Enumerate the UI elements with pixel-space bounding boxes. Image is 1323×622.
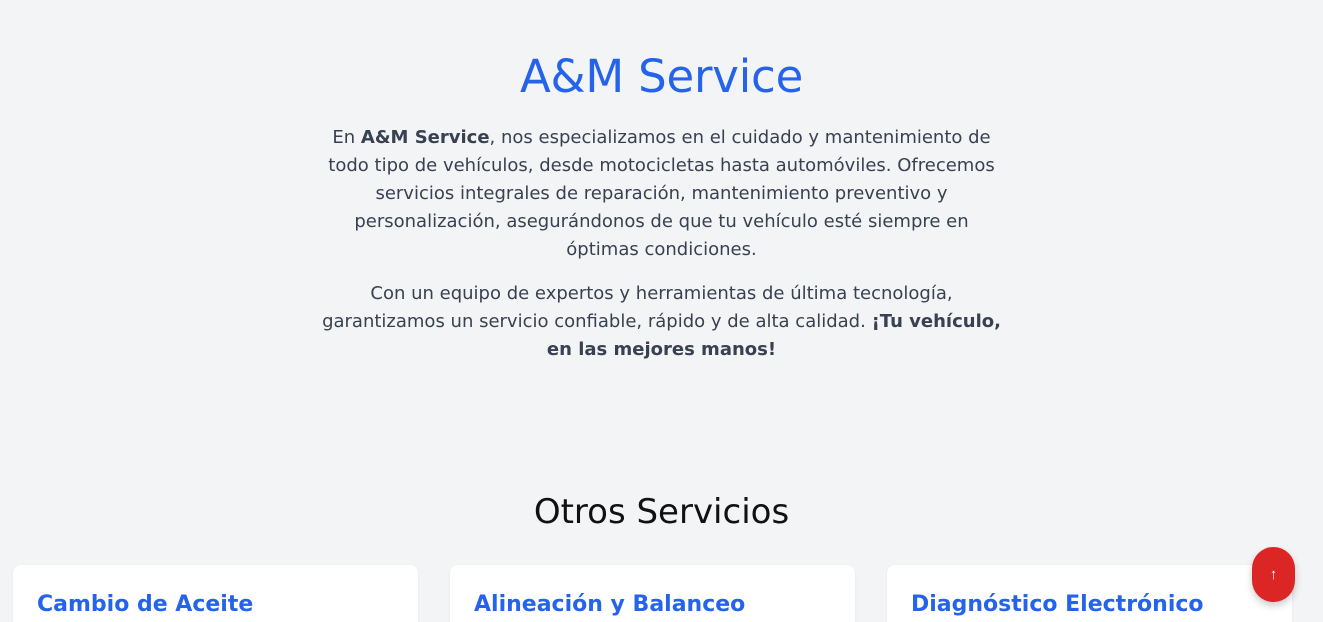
service-card-oil-change[interactable]: Cambio de Aceite bbox=[13, 565, 418, 622]
about-paragraph-1: En A&M Service, nos especializamos en el… bbox=[322, 124, 1002, 264]
service-card-title: Alineación y Balanceo bbox=[474, 592, 746, 617]
about-paragraph-2-text: Con un equipo de expertos y herramientas… bbox=[322, 283, 953, 332]
brand-name: A&M Service bbox=[360, 127, 490, 148]
service-card-alignment[interactable]: Alineación y Balanceo bbox=[450, 565, 855, 622]
about-paragraph-2: Con un equipo de expertos y herramientas… bbox=[322, 280, 1002, 364]
service-card-diagnostics[interactable]: Diagnóstico Electrónico bbox=[887, 565, 1292, 622]
arrow-up-icon: ↑ bbox=[1269, 566, 1278, 583]
about-paragraph-1-prefix: En bbox=[332, 127, 361, 148]
scroll-to-top-button[interactable]: ↑ bbox=[1252, 547, 1295, 602]
service-card-title: Diagnóstico Electrónico bbox=[911, 592, 1204, 617]
hero-title: A&M Service bbox=[519, 50, 804, 103]
other-services-title: Otros Servicios bbox=[533, 492, 790, 532]
about-section: A&M Service En A&M Service, nos especial… bbox=[0, 48, 1323, 364]
page: A&M Service En A&M Service, nos especial… bbox=[0, 0, 1323, 622]
services-grid: Cambio de Aceite Alineación y Balanceo D… bbox=[13, 565, 1293, 622]
service-card-title: Cambio de Aceite bbox=[37, 592, 254, 617]
